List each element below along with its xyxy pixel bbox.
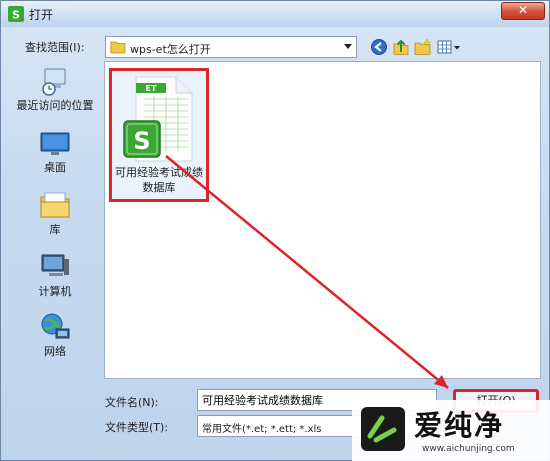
window-title: 打开 xyxy=(29,8,54,22)
up-folder-icon[interactable] xyxy=(392,38,410,56)
places-bar: 最近访问的位置 桌面 库 计算机 网络 xyxy=(9,61,101,379)
watermark: 爱纯净 www.aichunjing.com xyxy=(352,400,550,461)
place-label: 最近访问的位置 xyxy=(16,99,94,112)
filetype-value: 常用文件(*.et; *.ett; *.xls xyxy=(202,424,322,435)
recent-places-icon xyxy=(42,68,66,96)
file-list[interactable]: ET S 可用经验考试成绩 数据库 xyxy=(104,61,541,379)
watermark-text: 爱纯净 xyxy=(414,409,505,442)
file-item[interactable]: ET S 可用经验考试成绩 数据库 xyxy=(109,68,209,202)
new-folder-icon[interactable] xyxy=(414,38,432,56)
chevron-down-icon xyxy=(344,44,352,49)
place-label: 库 xyxy=(49,223,61,236)
wps-spreadsheet-file-icon: ET S xyxy=(123,76,193,162)
computer-icon xyxy=(41,254,69,276)
aichunjing-logo-icon xyxy=(361,407,405,451)
place-label: 网络 xyxy=(44,345,66,358)
look-in-value: wps-et怎么打开 xyxy=(130,43,211,56)
open-dialog: S 打开 ✕ 查找范围(I): wps-et怎么打开 最近访问的位置 桌面 库 … xyxy=(0,0,550,461)
place-label: 计算机 xyxy=(38,285,72,298)
place-label: 桌面 xyxy=(44,161,66,174)
close-button[interactable]: ✕ xyxy=(501,2,545,20)
watermark-url: www.aichunjing.com xyxy=(422,444,515,454)
wps-logo-icon: S xyxy=(8,6,24,22)
folder-icon xyxy=(110,41,126,54)
filename-label: 文件名(N): xyxy=(105,396,159,409)
place-desktop[interactable]: 桌面 xyxy=(9,123,101,181)
look-in-label: 查找范围(I): xyxy=(25,41,85,54)
look-in-dropdown[interactable]: wps-et怎么打开 xyxy=(105,36,357,58)
place-library[interactable]: 库 xyxy=(9,185,101,243)
filetype-label: 文件类型(T): xyxy=(105,421,169,434)
place-network[interactable]: 网络 xyxy=(9,307,101,365)
library-icon xyxy=(40,192,70,218)
file-name: 可用经验考试成绩 数据库 xyxy=(115,166,203,194)
file-badge: ET xyxy=(146,84,157,93)
title-bar: S 打开 ✕ xyxy=(1,1,549,27)
place-computer[interactable]: 计算机 xyxy=(9,247,101,305)
back-icon[interactable] xyxy=(370,38,388,56)
close-icon: ✕ xyxy=(517,3,529,17)
view-menu-icon[interactable] xyxy=(437,38,461,56)
network-icon xyxy=(41,313,70,339)
desktop-icon xyxy=(40,132,70,155)
file-letter: S xyxy=(133,127,150,155)
place-recent[interactable]: 最近访问的位置 xyxy=(9,61,101,119)
svg-text:S: S xyxy=(12,9,20,22)
